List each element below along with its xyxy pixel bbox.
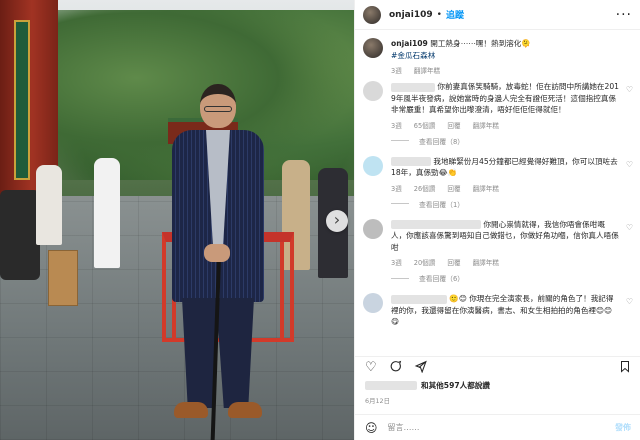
comment-avatar[interactable] xyxy=(363,81,383,101)
caption-username[interactable]: onjai109 xyxy=(391,39,428,48)
heart-icon[interactable]: ♡ xyxy=(365,361,377,374)
comment-text-line: 我地睇緊份月45分鐘都已經覺得好難頂，你可以頂咗去18年，真係勁😂👏 xyxy=(391,156,619,179)
blurred-username xyxy=(391,157,431,166)
comment-reply-button[interactable]: 回覆 xyxy=(447,183,460,193)
comment-likes[interactable]: 26個讚 xyxy=(414,183,436,193)
comment-translate-link[interactable]: 翻譯年糕 xyxy=(473,183,499,193)
bookmark-icon[interactable] xyxy=(619,360,631,376)
comment-likes[interactable]: 65個讚 xyxy=(414,120,436,130)
follow-button[interactable]: 追蹤 xyxy=(446,8,464,21)
caption-meta: 3週 翻譯年糕 xyxy=(391,65,619,75)
comment-body: 🙂😊 你現在完全演家長，前關的角色了！我記得裡的你，我還得留在你演醫病，書志、和… xyxy=(391,293,633,328)
shoe xyxy=(228,402,262,418)
post-side-panel: onjai109 • 追蹤 ··· onjai109 開工熱身⋯⋯嘿！熱到溶化🫠… xyxy=(354,0,640,440)
author-avatar[interactable] xyxy=(363,5,381,24)
comment-item: 你前妻真係笑騎騎，放毒蛇！佢在訪問中所講她在2019年風半夜發病，說她當時的身邊… xyxy=(363,81,633,130)
comment-likes[interactable]: 20個讚 xyxy=(414,257,436,267)
comment-translate-link[interactable]: 翻譯年糕 xyxy=(473,120,499,130)
post-date: 6月12日 xyxy=(365,397,390,405)
caption: onjai109 開工熱身⋯⋯嘿！熱到溶化🫠 #金瓜石森林 3週 翻譯年糕 xyxy=(363,38,633,75)
table-leg xyxy=(280,242,284,342)
post-header: onjai109 • 追蹤 ··· xyxy=(355,0,640,30)
glasses xyxy=(204,106,232,112)
likes-text: 和其他597人都說讚 xyxy=(421,381,491,390)
photo-crate xyxy=(48,250,78,306)
caption-text-line: onjai109 開工熱身⋯⋯嘿！熱到溶化🫠 xyxy=(391,38,619,50)
photo-man-in-suit xyxy=(168,84,268,440)
comment-reply-button[interactable]: 回覆 xyxy=(447,120,460,130)
view-replies-button[interactable]: 查看回覆（1） xyxy=(391,199,633,209)
caption-time: 3週 xyxy=(391,67,402,75)
chevron-right-icon: › xyxy=(333,210,341,229)
comment-body: 你前妻真係笑騎騎，放毒蛇！佢在訪問中所講她在2019年風半夜發病，說她當時的身邊… xyxy=(391,81,633,130)
comment-time: 3週 xyxy=(391,184,402,193)
comment-avatar[interactable] xyxy=(363,218,383,239)
photo-bystander xyxy=(36,165,62,245)
emoji-icon[interactable]: ☺ xyxy=(365,421,378,435)
post-comment-button[interactable]: 發佈 xyxy=(615,422,631,433)
caption-body: onjai109 開工熱身⋯⋯嘿！熱到溶化🫠 #金瓜石森林 3週 翻譯年糕 xyxy=(391,38,633,75)
comment-text-line: 你前妻真係笑騎騎，放毒蛇！佢在訪問中所講她在2019年風半夜發病，說她當時的身邊… xyxy=(391,81,619,116)
comment-avatar[interactable] xyxy=(363,155,383,176)
blurred-username xyxy=(391,82,435,92)
comments-list[interactable]: onjai109 開工熱身⋯⋯嘿！熱到溶化🫠 #金瓜石森林 3週 翻譯年糕 你前… xyxy=(355,30,640,356)
header-separator: • xyxy=(436,9,442,20)
comment-meta: 3週 26個讚 回覆 翻譯年糕 xyxy=(391,183,619,193)
post-photo[interactable]: › xyxy=(0,0,354,440)
caption-text: 開工熱身⋯⋯嘿！熱到溶化🫠 xyxy=(430,39,531,48)
caption-translate-link[interactable]: 翻譯年糕 xyxy=(414,65,440,75)
comment-icon[interactable] xyxy=(389,360,402,376)
comment-translate-link[interactable]: 翻譯年糕 xyxy=(473,257,499,267)
comment-body: 你閱心祟情就得，我信你唔會係咁嘅人，你應該喜係驚到唔知自己做錯乜，你做好角功嗰，… xyxy=(391,219,633,267)
view-replies-button[interactable]: 查看回覆（8） xyxy=(391,136,633,146)
comment-body: 我地睇緊份月45分鐘都已經覺得好難頂，你可以頂咗去18年，真係勁😂👏 3週 26… xyxy=(391,156,633,193)
caption-avatar[interactable] xyxy=(363,38,383,58)
view-replies-button[interactable]: 查看回覆（6） xyxy=(391,273,633,283)
comment-composer: ☺ 發佈 xyxy=(355,414,640,440)
more-options-icon[interactable]: ··· xyxy=(616,7,632,23)
comment-time: 3週 xyxy=(391,259,402,267)
comment-item: 你閱心祟情就得，我信你唔會係咁嘅人，你應該喜係驚到唔知自己做錯乜，你做好角功嗰，… xyxy=(363,218,633,267)
comment-like-heart-icon[interactable]: ♡ xyxy=(626,85,633,94)
comment-time: 3週 xyxy=(391,121,402,130)
comment-input[interactable] xyxy=(387,423,605,432)
paper-plane-icon[interactable] xyxy=(414,360,427,376)
shoe xyxy=(174,402,208,418)
comment-like-heart-icon[interactable]: ♡ xyxy=(626,223,633,232)
comment-meta: 3週 65個讚 回覆 翻譯年糕 xyxy=(391,120,619,130)
likes-summary[interactable]: 和其他597人都說讚 xyxy=(365,380,490,391)
caption-hashtag[interactable]: #金瓜石森林 xyxy=(391,50,619,62)
instagram-post-modal: › onjai109 • 追蹤 ··· onjai109 開工熱身⋯⋯嘿！熱到溶… xyxy=(0,0,640,440)
comment-text-line: 🙂😊 你現在完全演家長，前關的角色了！我記得裡的你，我還得留在你演醫病，書志、和… xyxy=(391,293,619,328)
comment-item: 🙂😊 你現在完全演家長，前關的角色了！我記得裡的你，我還得留在你演醫病，書志、和… xyxy=(363,293,633,328)
photo-temple-sign xyxy=(14,20,30,180)
comment-meta: 3週 20個讚 回覆 翻譯年糕 xyxy=(391,257,619,267)
comment-reply-button[interactable]: 回覆 xyxy=(447,257,460,267)
photo-bystander xyxy=(94,158,120,268)
comment-like-heart-icon[interactable]: ♡ xyxy=(626,160,633,169)
comment-like-heart-icon[interactable]: ♡ xyxy=(626,297,633,306)
blurred-liker-names xyxy=(365,381,417,390)
author-username[interactable]: onjai109 xyxy=(389,10,433,20)
next-photo-button[interactable]: › xyxy=(326,210,348,232)
hands xyxy=(204,244,230,262)
photo-stroller xyxy=(0,190,40,280)
blurred-username xyxy=(391,220,481,229)
comment-item: 我地睇緊份月45分鐘都已經覺得好難頂，你可以頂咗去18年，真係勁😂👏 3週 26… xyxy=(363,155,633,193)
blurred-username xyxy=(391,294,447,304)
comment-avatar[interactable] xyxy=(363,293,383,313)
comment-text-line: 你閱心祟情就得，我信你唔會係咁嘅人，你應該喜係驚到唔知自己做錯乜，你做好角功嗰，… xyxy=(391,219,619,254)
post-action-bar: ♡ xyxy=(355,356,640,378)
